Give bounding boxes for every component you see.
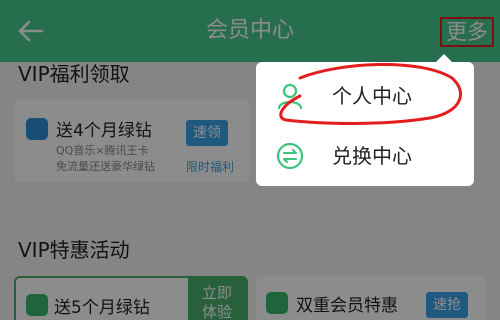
menu-item-personal-center[interactable]: 个人中心 xyxy=(256,66,474,126)
more-dropdown-menu: 个人中心 兑换中心 xyxy=(256,54,474,186)
menu-item-label: 兑换中心 xyxy=(332,144,412,168)
person-icon xyxy=(277,83,303,110)
menu-item-exchange-center[interactable]: 兑换中心 xyxy=(256,126,474,186)
exchange-icon xyxy=(276,142,304,170)
menu-item-label: 个人中心 xyxy=(332,84,412,108)
